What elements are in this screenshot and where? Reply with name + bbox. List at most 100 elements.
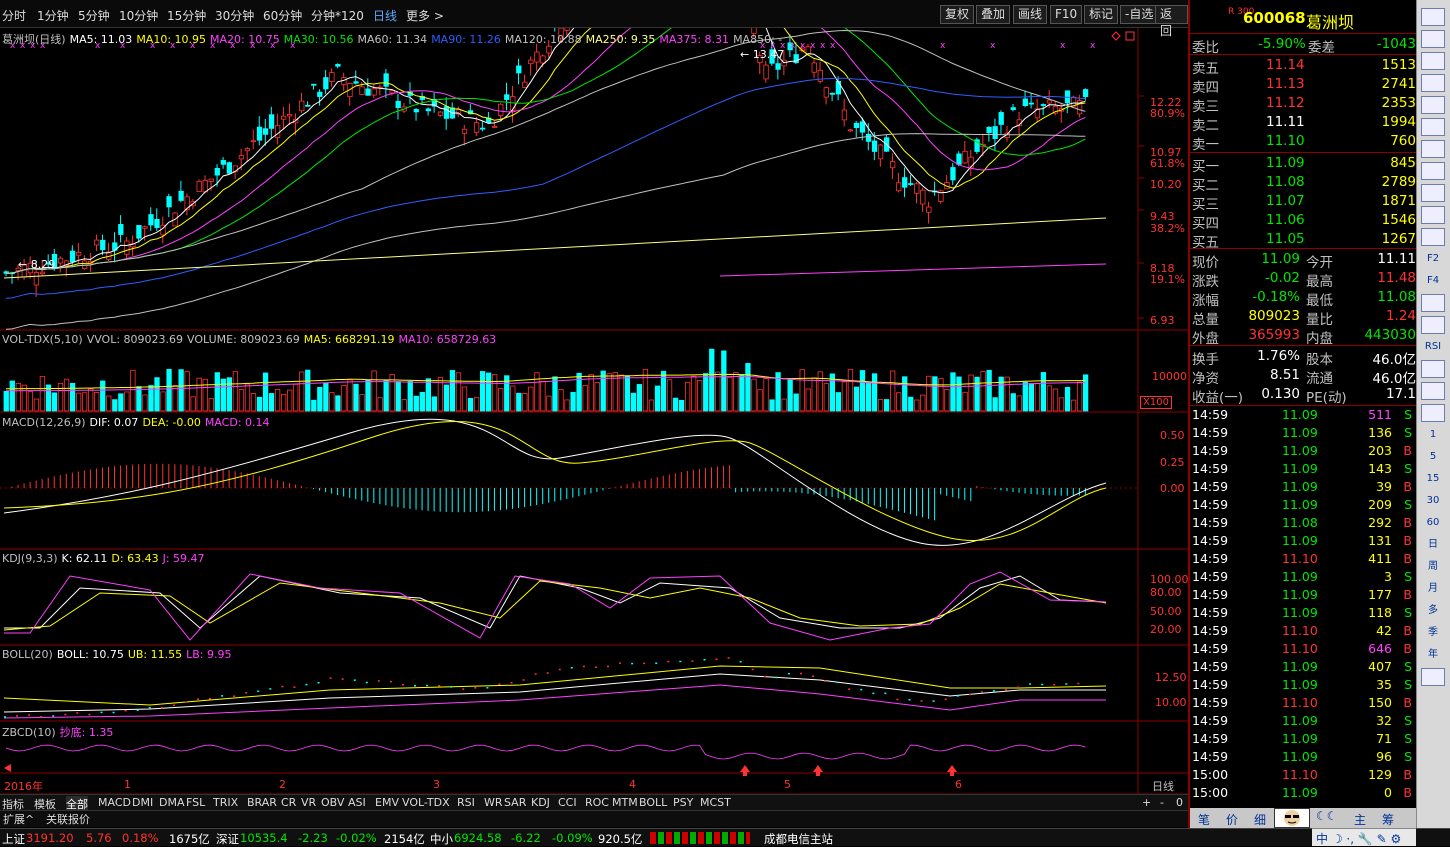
- candle: [962, 150, 968, 164]
- chart-icon[interactable]: [1421, 52, 1445, 70]
- indicator-tab-vr[interactable]: VR: [301, 796, 316, 809]
- toolbar-button-5[interactable]: -自选: [1120, 5, 1159, 24]
- indicator-tab-boll[interactable]: BOLL: [639, 796, 667, 809]
- indicator-tab-asi[interactable]: ASI: [348, 796, 366, 809]
- tab-main[interactable]: 主: [1354, 811, 1366, 828]
- indicator-tab-wr[interactable]: WR: [484, 796, 503, 809]
- zoom-out-button[interactable]: -: [1160, 796, 1164, 809]
- indicator-tab-brar[interactable]: BRAR: [247, 796, 277, 809]
- vtool-季[interactable]: 季: [1421, 624, 1445, 642]
- period-9[interactable]: 更多 >: [406, 7, 444, 24]
- indicator-tab-kdj[interactable]: KDJ: [531, 796, 550, 809]
- kline-icon[interactable]: [1421, 294, 1445, 312]
- candle: [329, 72, 335, 82]
- ruler-icon[interactable]: [1421, 404, 1445, 422]
- period-7[interactable]: 分钟*120: [311, 7, 364, 24]
- sh-label: 上证: [2, 832, 25, 846]
- period-2[interactable]: 5分钟: [78, 7, 110, 24]
- boll-mark: [209, 697, 212, 700]
- period-3[interactable]: 10分钟: [119, 7, 158, 24]
- indicator-tab-sar[interactable]: SAR: [504, 796, 526, 809]
- vtool-RSI[interactable]: RSI: [1421, 338, 1445, 356]
- vtool-30[interactable]: 30: [1421, 492, 1445, 510]
- vtool-多[interactable]: 多: [1421, 602, 1445, 620]
- zoom-icon[interactable]: [1421, 228, 1445, 246]
- indicator-tab-mcst[interactable]: MCST: [700, 796, 731, 809]
- indicator-tab-trix[interactable]: TRIX: [213, 796, 238, 809]
- vtool-1[interactable]: 1: [1421, 426, 1445, 444]
- vtool-15[interactable]: 15: [1421, 470, 1445, 488]
- period-1[interactable]: 1分钟: [37, 7, 69, 24]
- tick-row: 15:00 11.09 0 B: [1192, 785, 1412, 800]
- scroll-icon[interactable]: [1421, 668, 1445, 686]
- indicator-tab-fsl[interactable]: FSL: [186, 796, 205, 809]
- tool-icon[interactable]: [1421, 162, 1445, 180]
- period-4[interactable]: 15分钟: [167, 7, 206, 24]
- vtool-日[interactable]: 日: [1421, 536, 1445, 554]
- period-6[interactable]: 60分钟: [263, 7, 302, 24]
- avatar[interactable]: [1274, 808, 1310, 828]
- indicator-tab-cci[interactable]: CCI: [558, 796, 577, 809]
- tab-price[interactable]: 价: [1226, 811, 1238, 828]
- period-0[interactable]: 分时: [2, 7, 26, 24]
- window-icon[interactable]: [1421, 118, 1445, 136]
- table-icon[interactable]: [1421, 30, 1445, 48]
- indicator-tab-cr[interactable]: CR: [281, 796, 296, 809]
- vtool-周[interactable]: 周: [1421, 558, 1445, 576]
- kline-icon[interactable]: [1421, 316, 1445, 334]
- candle: [443, 106, 450, 119]
- toolbar-button-1[interactable]: 叠加: [976, 5, 1011, 24]
- reset-icon[interactable]: [1421, 360, 1445, 378]
- period-5[interactable]: 30分钟: [215, 7, 254, 24]
- vtool-5[interactable]: 5: [1421, 448, 1445, 466]
- indicator-tab-vol-tdx[interactable]: VOL-TDX: [402, 796, 450, 809]
- axis-label: 10.00: [1155, 696, 1187, 709]
- up-arrow-icon[interactable]: [1421, 8, 1445, 26]
- tool-icon[interactable]: [1421, 184, 1445, 202]
- list-icon[interactable]: [1421, 96, 1445, 114]
- indicator-tab-emv[interactable]: EMV: [375, 796, 399, 809]
- indicator-tab-obv[interactable]: OBV: [321, 796, 344, 809]
- server-station[interactable]: 成都电信主站: [764, 831, 833, 847]
- vtool-F2[interactable]: F2: [1421, 250, 1445, 268]
- chart-canvas[interactable]: xxxxxxxxxxxxxxxxxxxxxxxxxx: [0, 28, 1188, 794]
- ime-mode-icon[interactable]: 中 ☽ ·, 🔧 ✎ ⚙: [1316, 830, 1401, 847]
- candle: [250, 140, 257, 143]
- vtool-F4[interactable]: F4: [1421, 272, 1445, 290]
- grid-icon[interactable]: [1421, 74, 1445, 92]
- vtool-月[interactable]: 月: [1421, 580, 1445, 598]
- volume-bar: [160, 391, 166, 412]
- indicator-tab-dma[interactable]: DMA: [159, 796, 185, 809]
- toolbar-button-3[interactable]: F10: [1050, 5, 1083, 24]
- sz-value: 10535.4: [240, 831, 288, 845]
- signal-marker: x: [1090, 41, 1096, 51]
- boll-mark: [257, 690, 260, 692]
- tab-related-quote[interactable]: 关联报价: [46, 811, 90, 827]
- indicator-tab-macd[interactable]: MACD: [98, 796, 131, 809]
- candle: [902, 177, 908, 188]
- zoom-in-button[interactable]: +: [1142, 796, 1151, 809]
- vtool-60[interactable]: 60: [1421, 514, 1445, 532]
- indicator-tab-dmi[interactable]: DMI: [132, 796, 153, 809]
- moon-icon[interactable]: ☾☾: [1316, 809, 1338, 823]
- toolbar-button-2[interactable]: 画线: [1013, 5, 1048, 24]
- tool-icon[interactable]: [1421, 206, 1445, 224]
- toolbar-button-4[interactable]: 标记: [1084, 5, 1119, 24]
- tab-chips[interactable]: 筹: [1382, 811, 1394, 828]
- boll-mark: [100, 711, 103, 714]
- indicator-tab-roc[interactable]: ROC: [585, 796, 609, 809]
- toolbar-button-0[interactable]: 复权: [940, 5, 975, 24]
- period-8[interactable]: 日线: [373, 7, 397, 24]
- tab-detail[interactable]: 细: [1254, 811, 1266, 828]
- bar-icon[interactable]: [1421, 140, 1445, 158]
- chart-area[interactable]: xxxxxxxxxxxxxxxxxxxxxxxxxx 葛洲坝(日线) MA5: 1…: [0, 28, 1189, 794]
- tab-expand[interactable]: 扩展^: [3, 811, 34, 827]
- tab-ticks[interactable]: 笔: [1198, 811, 1210, 828]
- vtool-年[interactable]: 年: [1421, 646, 1445, 664]
- indicator-tab-rsi[interactable]: RSI: [457, 796, 475, 809]
- indicator-tab-psy[interactable]: PSY: [673, 796, 693, 809]
- indicator-tab-mtm[interactable]: MTM: [612, 796, 638, 809]
- boll-mark: [739, 660, 742, 663]
- toolbar-button-6[interactable]: 返回: [1155, 5, 1188, 38]
- move-icon[interactable]: [1421, 382, 1445, 400]
